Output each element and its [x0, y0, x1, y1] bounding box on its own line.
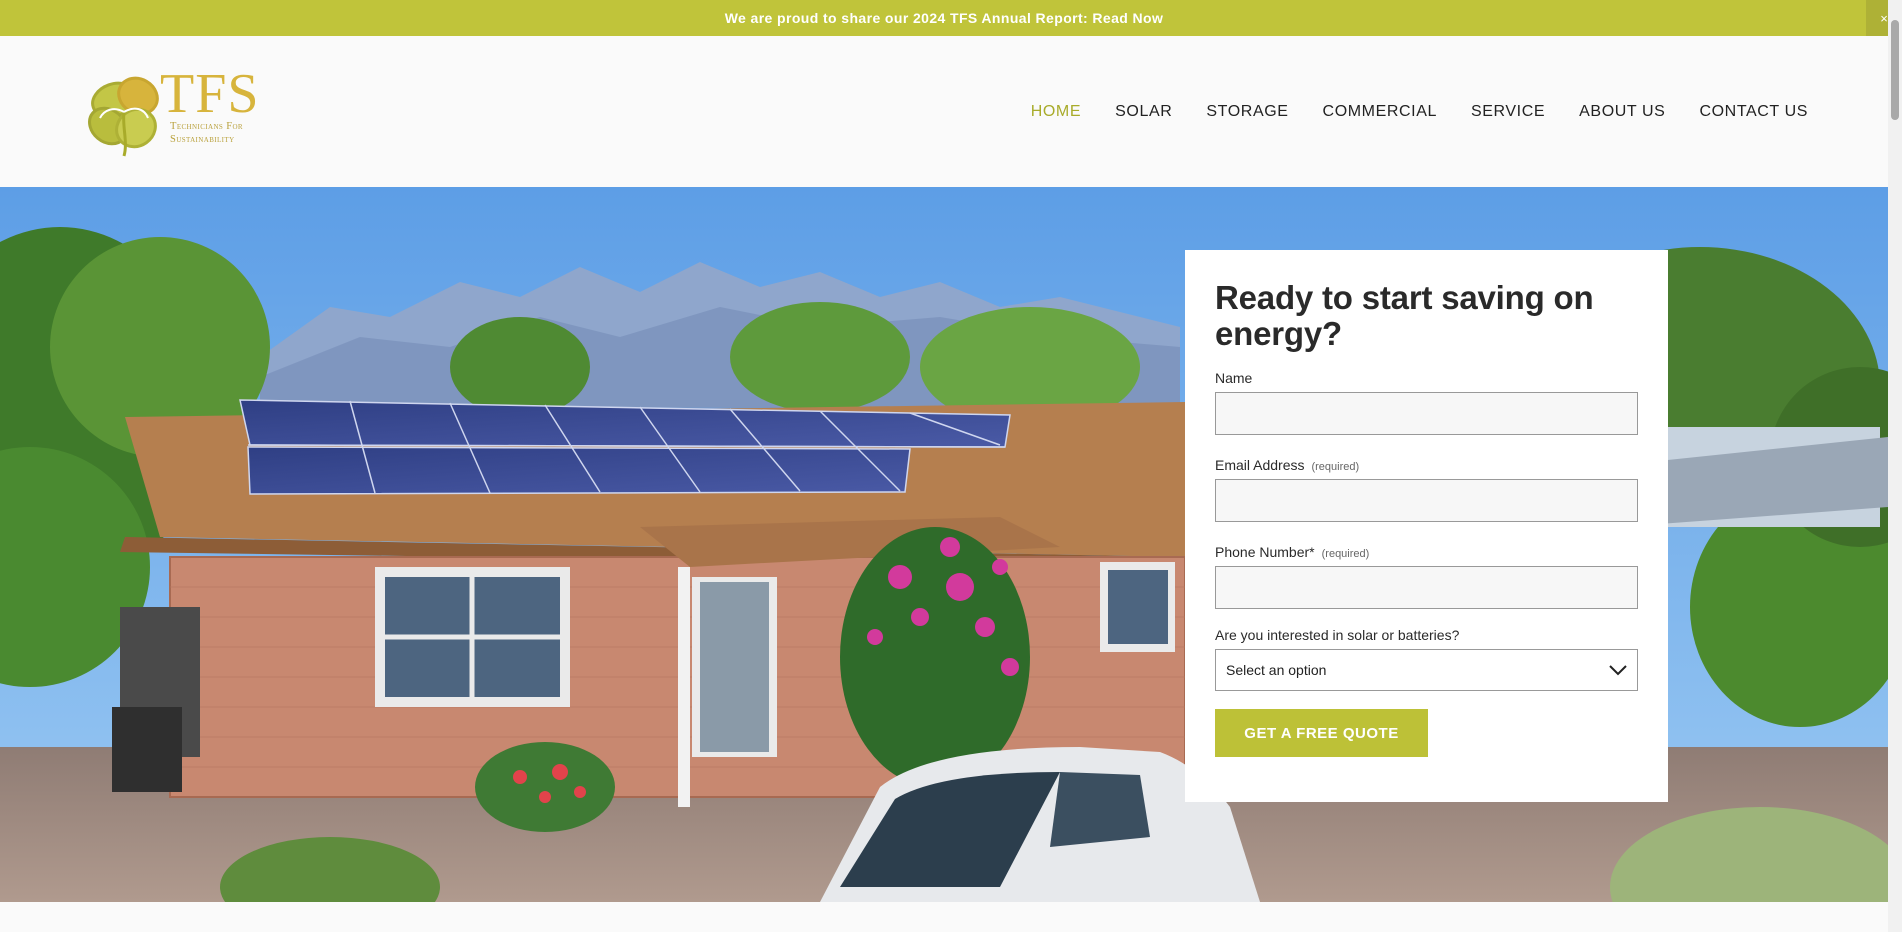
- flower-logo-icon: [88, 76, 159, 157]
- announcement-bar[interactable]: We are proud to share our 2024 TFS Annua…: [0, 0, 1888, 36]
- nav-item-solar[interactable]: SOLAR: [1115, 103, 1172, 121]
- logo-tagline: Technicians For Sustainability: [170, 120, 243, 146]
- nav-item-service[interactable]: SERVICE: [1471, 103, 1545, 121]
- chevron-down-icon: [1609, 665, 1627, 676]
- phone-label-text: Phone Number*: [1215, 544, 1315, 560]
- interest-select[interactable]: Select an option: [1215, 649, 1638, 691]
- quote-form: Ready to start saving on energy? Name Em…: [1185, 250, 1668, 802]
- scrollbar-thumb[interactable]: [1891, 20, 1899, 120]
- site-header: TFS Technicians For Sustainability HOME …: [0, 36, 1888, 187]
- main-nav: HOME SOLAR STORAGE COMMERCIAL SERVICE AB…: [997, 36, 1808, 187]
- nav-item-home[interactable]: HOME: [1031, 103, 1081, 121]
- name-label: Name: [1215, 370, 1638, 386]
- interest-label-text: Are you interested in solar or batteries…: [1215, 627, 1460, 643]
- form-title: Ready to start saving on energy?: [1215, 279, 1594, 352]
- interest-label: Are you interested in solar or batteries…: [1215, 627, 1638, 643]
- below-hero-area: [0, 902, 1888, 932]
- phone-label: Phone Number* (required): [1215, 544, 1638, 560]
- logo[interactable]: TFS Technicians For Sustainability: [84, 66, 264, 160]
- announcement-text[interactable]: We are proud to share our 2024 TFS Annua…: [725, 10, 1164, 26]
- close-icon: ×: [1880, 10, 1888, 26]
- email-input[interactable]: [1215, 479, 1638, 522]
- name-input[interactable]: [1215, 392, 1638, 435]
- nav-item-about-us[interactable]: ABOUT US: [1579, 103, 1665, 121]
- nav-item-storage[interactable]: STORAGE: [1206, 103, 1288, 121]
- email-label-text: Email Address: [1215, 457, 1305, 473]
- interest-select-value: Select an option: [1226, 662, 1327, 678]
- page: We are proud to share our 2024 TFS Annua…: [0, 0, 1902, 932]
- get-free-quote-button[interactable]: GET A FREE QUOTE: [1215, 709, 1428, 757]
- nav-item-contact-us[interactable]: CONTACT US: [1699, 103, 1808, 121]
- logo-wordmark: TFS: [160, 63, 260, 125]
- name-label-text: Name: [1215, 370, 1253, 386]
- email-required-note: (required): [1311, 461, 1360, 473]
- logo-tagline-line1: Technicians For: [170, 121, 243, 132]
- logo-tagline-line2: Sustainability: [170, 134, 235, 145]
- email-label: Email Address (required): [1215, 457, 1638, 473]
- nav-item-commercial[interactable]: COMMERCIAL: [1323, 103, 1437, 121]
- phone-input[interactable]: [1215, 566, 1638, 609]
- phone-required-note: (required): [1321, 548, 1370, 560]
- scrollbar[interactable]: [1888, 0, 1902, 932]
